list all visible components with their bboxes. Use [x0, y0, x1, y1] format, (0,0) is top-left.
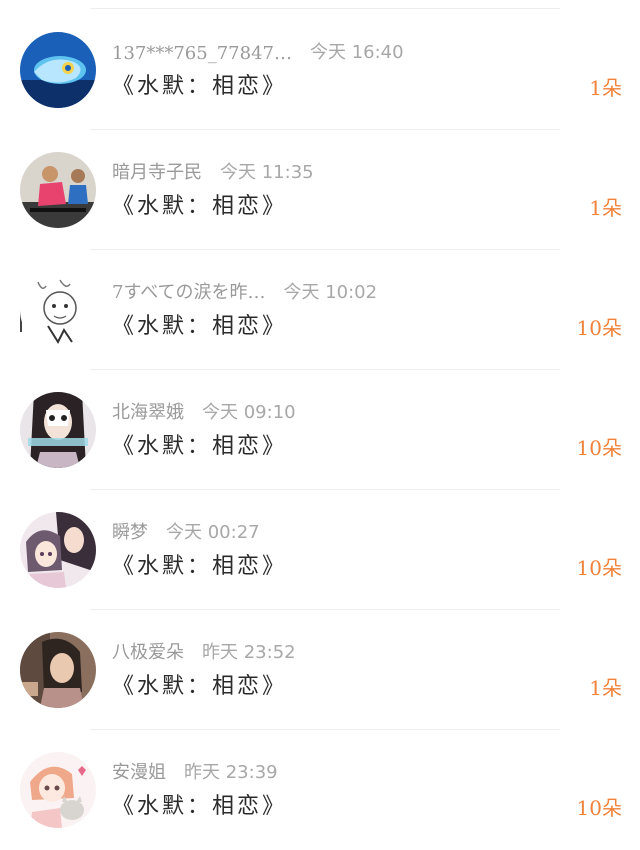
item-meta: 北海翠娥 今天 09:10 — [112, 398, 296, 424]
gym-photo-avatar[interactable] — [20, 152, 96, 228]
timestamp: 今天 09:10 — [202, 402, 296, 423]
item-title: 《水默：相恋》 — [112, 434, 288, 459]
user-name[interactable]: 八极爱朵 — [112, 638, 184, 664]
item-title: 《水默：相恋》 — [112, 794, 288, 819]
flower-count: 10朵 — [576, 556, 622, 580]
list-item[interactable]: 安漫姐 昨天 23:39 《水默：相恋》 10朵 — [0, 730, 640, 850]
flower-count: 1朵 — [589, 676, 622, 700]
anime-couple-avatar[interactable] — [20, 512, 96, 588]
timestamp: 今天 16:40 — [309, 42, 404, 63]
item-title: 《水默：相恋》 — [112, 674, 288, 699]
item-meta: 瞬梦 今天 00:27 — [112, 518, 260, 544]
blue-dragon-avatar[interactable] — [20, 32, 96, 108]
top-divider — [90, 8, 560, 9]
user-name[interactable]: 137***765_77847… — [112, 43, 292, 64]
flower-count: 1朵 — [589, 196, 622, 220]
list-item[interactable]: 暗月寺子民 今天 11:35 《水默：相恋》 1朵 — [0, 130, 640, 250]
timestamp: 今天 11:35 — [220, 162, 314, 183]
item-meta: 安漫姐 昨天 23:39 — [112, 758, 278, 784]
flower-count: 10朵 — [576, 436, 622, 460]
flower-count: 1朵 — [589, 76, 622, 100]
timestamp: 今天 00:27 — [166, 522, 260, 543]
item-meta: 137***765_77847… 今天 16:40 — [112, 38, 404, 64]
girl-mask-avatar[interactable] — [20, 392, 96, 468]
timestamp: 昨天 23:39 — [184, 762, 278, 783]
list-item[interactable]: 137***765_77847… 今天 16:40 《水默：相恋》 1朵 — [0, 10, 640, 130]
user-name[interactable]: 7すべての涙を昨… — [112, 278, 265, 304]
item-meta: 暗月寺子民 今天 11:35 — [112, 158, 314, 184]
vintage-photo-avatar[interactable] — [20, 632, 96, 708]
anime-girl-cat-avatar[interactable] — [20, 752, 96, 828]
user-name[interactable]: 暗月寺子民 — [112, 158, 202, 184]
sketch-avatar[interactable] — [20, 272, 96, 348]
flower-count: 10朵 — [576, 796, 622, 820]
user-name[interactable]: 北海翠娥 — [112, 398, 184, 424]
list-item[interactable]: 7すべての涙を昨… 今天 10:02 《水默：相恋》 10朵 — [0, 250, 640, 370]
item-title: 《水默：相恋》 — [112, 74, 288, 99]
item-title: 《水默：相恋》 — [112, 314, 288, 339]
list-item[interactable]: 北海翠娥 今天 09:10 《水默：相恋》 10朵 — [0, 370, 640, 490]
gift-list: 137***765_77847… 今天 16:40 《水默：相恋》 1朵 暗月寺子… — [0, 10, 640, 850]
user-name[interactable]: 瞬梦 — [112, 518, 148, 544]
item-title: 《水默：相恋》 — [112, 554, 288, 579]
timestamp: 昨天 23:52 — [202, 642, 296, 663]
list-item[interactable]: 八极爱朵 昨天 23:52 《水默：相恋》 1朵 — [0, 610, 640, 730]
item-title: 《水默：相恋》 — [112, 194, 288, 219]
list-item[interactable]: 瞬梦 今天 00:27 《水默：相恋》 10朵 — [0, 490, 640, 610]
user-name[interactable]: 安漫姐 — [112, 758, 166, 784]
timestamp: 今天 10:02 — [283, 282, 378, 303]
flower-count: 10朵 — [576, 316, 622, 340]
item-meta: 7すべての涙を昨… 今天 10:02 — [112, 278, 377, 304]
item-meta: 八极爱朵 昨天 23:52 — [112, 638, 296, 664]
